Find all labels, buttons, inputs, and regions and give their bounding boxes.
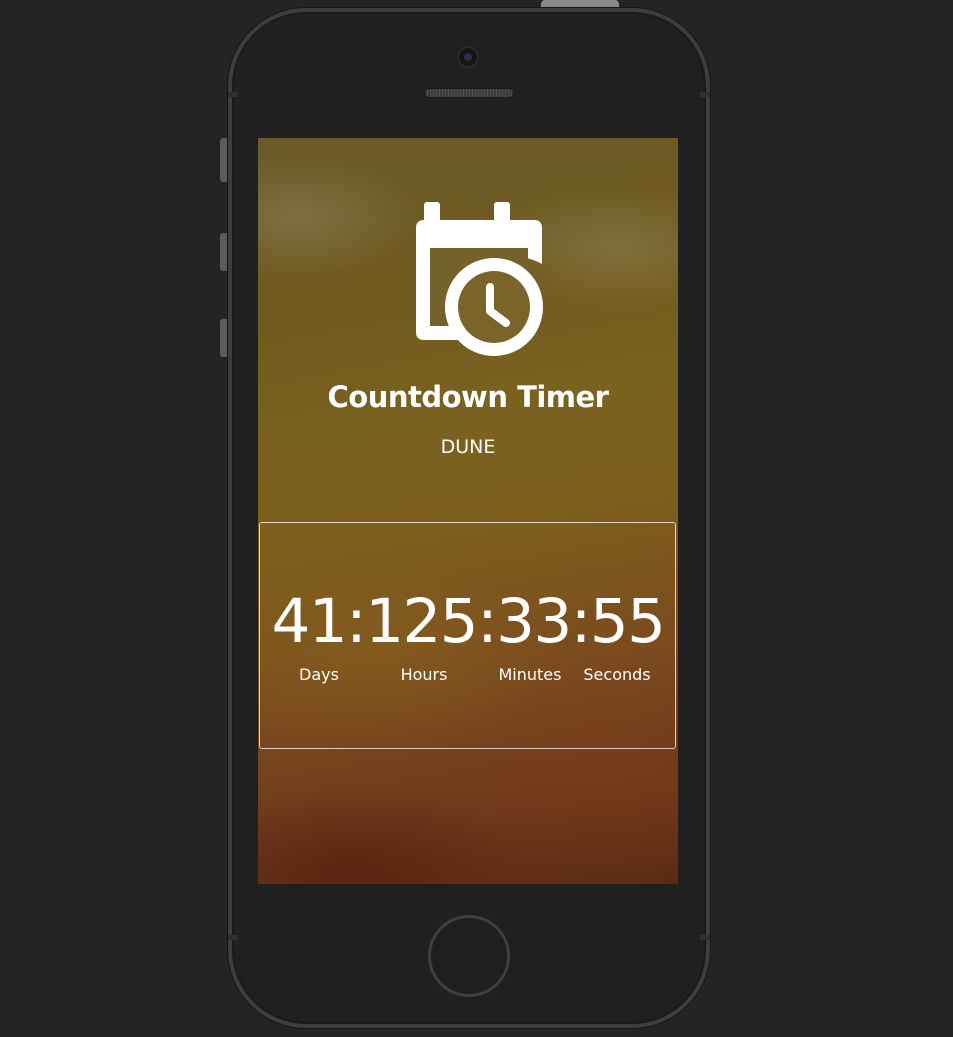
- antenna-band: [700, 935, 710, 940]
- front-camera: [459, 48, 477, 66]
- app-screen: Countdown Timer DUNE 41:125:33:55 Days H…: [258, 138, 678, 884]
- calendar-clock-icon: [416, 202, 543, 356]
- earpiece-speaker: [425, 89, 513, 97]
- event-name: DUNE: [440, 436, 496, 458]
- antenna-band: [228, 92, 238, 97]
- power-button: [541, 0, 619, 8]
- antenna-band: [700, 92, 710, 97]
- volume-up-button: [220, 233, 228, 271]
- hours-label: Hours: [400, 665, 448, 684]
- days-label: Days: [299, 665, 339, 684]
- home-button[interactable]: [428, 915, 510, 997]
- page-title: Countdown Timer: [327, 380, 610, 414]
- countdown-display: 41:125:33:55: [271, 586, 666, 657]
- seconds-label: Seconds: [583, 665, 651, 684]
- minutes-label: Minutes: [498, 665, 562, 684]
- antenna-band: [228, 935, 238, 940]
- volume-down-button: [220, 319, 228, 357]
- mute-switch: [220, 138, 228, 182]
